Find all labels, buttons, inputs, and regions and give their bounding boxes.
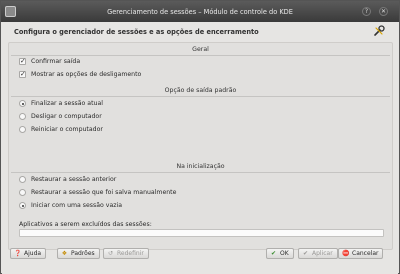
window-close-button[interactable]: ✕ (379, 7, 388, 16)
help-icon: ❓ (14, 250, 22, 257)
apply-button-label: Aplicar (312, 250, 333, 257)
restart-radio[interactable] (19, 126, 26, 133)
ok-button[interactable]: ✔ OK (266, 248, 294, 259)
general-group-title: Geral (192, 46, 209, 53)
empty-session-radio[interactable] (19, 202, 26, 209)
end-session-label: Finalizar a sessão atual (31, 100, 103, 107)
restart-option[interactable]: Reiniciar o computador (19, 125, 103, 134)
confirm-exit-label: Confirmar saída (31, 58, 81, 65)
reset-button[interactable]: ↺ Redefinir (103, 248, 149, 259)
dialog-window: Gerenciamento de sessões – Módulo de con… (0, 0, 400, 274)
restore-saved-option[interactable]: Restaurar a sessão que foi salva manualm… (19, 188, 176, 197)
reset-icon: ↺ (107, 250, 114, 257)
cancel-button-label: Cancelar (352, 250, 379, 257)
restart-label: Reiniciar o computador (31, 126, 103, 133)
empty-session-option[interactable]: Iniciar com uma sessão vazia (19, 201, 122, 210)
restore-previous-option[interactable]: Restaurar a sessão anterior (19, 175, 116, 184)
wrench-icon (374, 25, 385, 36)
defaults-icon: ❖ (61, 250, 68, 257)
cancel-icon: ⛔ (342, 250, 350, 257)
title-bar[interactable]: Gerenciamento de sessões – Módulo de con… (1, 1, 399, 22)
confirm-exit-checkbox[interactable]: ✓ (19, 58, 26, 65)
check-icon: ✔ (270, 250, 277, 257)
startup-group-title: Na inicialização (176, 163, 225, 170)
empty-session-label: Iniciar com uma sessão vazia (31, 202, 123, 209)
excluded-apps-label: Aplicativos a serem excluídos das sessõe… (19, 221, 152, 228)
show-shutdown-options-option[interactable]: ✓ Mostrar as opções de desligamento (19, 70, 141, 79)
apply-icon: ✔ (302, 250, 309, 257)
confirm-exit-option[interactable]: ✓ Confirmar saída (19, 57, 80, 66)
restore-previous-radio[interactable] (19, 176, 26, 183)
apply-button[interactable]: ✔ Aplicar (298, 248, 338, 259)
default-exit-group-title: Opção de saída padrão (164, 87, 237, 94)
shutdown-radio[interactable] (19, 113, 26, 120)
dialog-content: Configura o gerenciador de sessões e as … (2, 22, 398, 274)
separator (11, 96, 390, 97)
restore-saved-radio[interactable] (19, 189, 26, 196)
cancel-button[interactable]: ⛔ Cancelar (338, 248, 384, 259)
ok-button-label: OK (280, 250, 289, 257)
defaults-button-label: Padrões (71, 250, 95, 257)
excluded-apps-input[interactable] (19, 229, 384, 237)
shutdown-option[interactable]: Desligar o computador (19, 112, 102, 121)
restore-saved-label: Restaurar a sessão que foi salva manualm… (31, 189, 177, 196)
window-title: Gerenciamento de sessões – Módulo de con… (107, 8, 293, 16)
separator (11, 172, 390, 173)
end-session-radio[interactable] (19, 100, 26, 107)
help-button[interactable]: ❓ Ajuda (10, 248, 47, 259)
shutdown-label: Desligar o computador (31, 113, 102, 120)
page-title: Configura o gerenciador de sessões e as … (14, 28, 259, 36)
window-help-button[interactable]: ? (362, 7, 371, 16)
help-button-label: Ajuda (24, 250, 42, 257)
show-shutdown-options-label: Mostrar as opções de desligamento (31, 71, 142, 78)
separator (11, 55, 390, 56)
defaults-button[interactable]: ❖ Padrões (57, 248, 100, 259)
end-session-option[interactable]: Finalizar a sessão atual (19, 99, 103, 108)
show-shutdown-options-checkbox[interactable]: ✓ (19, 71, 26, 78)
reset-button-label: Redefinir (117, 250, 144, 257)
settings-panel: Geral ✓ Confirmar saída ✓ Mostrar as opç… (8, 42, 393, 250)
restore-previous-label: Restaurar a sessão anterior (31, 176, 117, 183)
